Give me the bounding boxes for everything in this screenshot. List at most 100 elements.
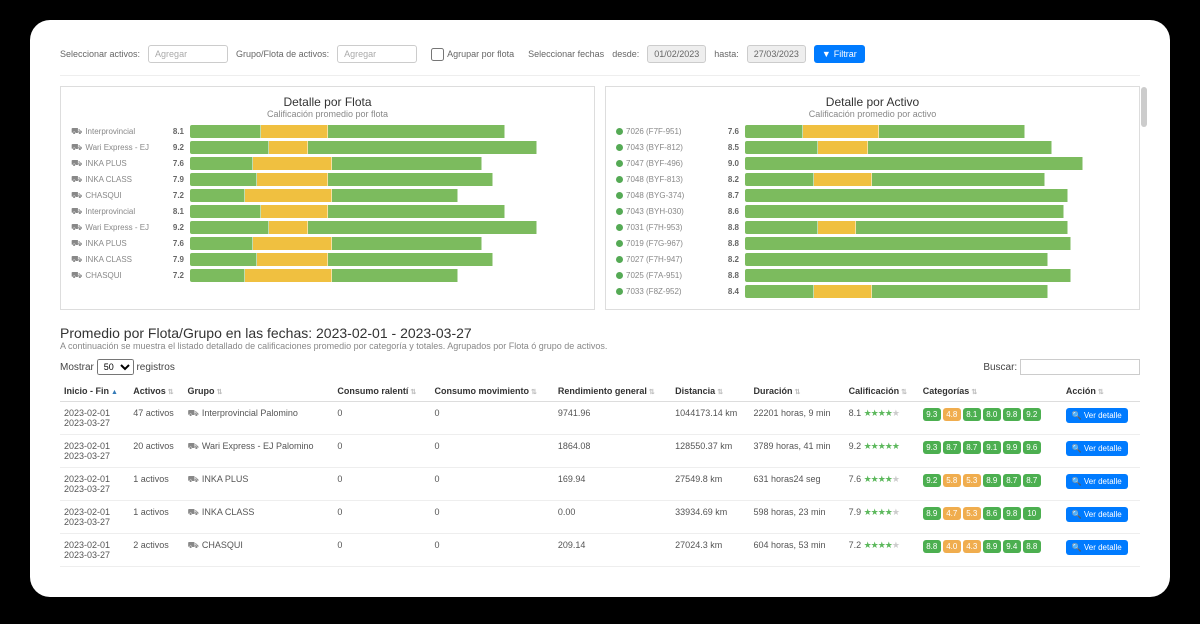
summary-subtitle: A continuación se muestra el listado det… (60, 341, 1140, 351)
bar-label: ⛟Wari Express - EJ (71, 142, 156, 154)
bar-segment (253, 237, 332, 250)
cell-ralenti: 0 (333, 534, 430, 567)
bar-value: 8.8 (717, 271, 739, 280)
bar-track (190, 269, 584, 282)
category-badge: 8.8 (1023, 540, 1041, 553)
bar-label-text: 7027 (F7H-947) (626, 255, 682, 264)
cell-fecha: 2023-02-012023-03-27 (60, 402, 129, 435)
bar-value: 8.1 (162, 127, 184, 136)
bar-track (745, 221, 1129, 234)
bar-track (745, 237, 1129, 250)
bar-label-text: 7048 (BYF-813) (626, 175, 683, 184)
bar-track (190, 125, 584, 138)
bar-segment (332, 189, 458, 202)
ver-detalle-button[interactable]: 🔍Ver detalle (1066, 507, 1128, 522)
bar-segment (328, 173, 493, 186)
label-desde: desde: (612, 49, 639, 59)
ver-detalle-button[interactable]: 🔍Ver detalle (1066, 408, 1128, 423)
cell-grupo: ⛟Wari Express - EJ Palomino (184, 435, 334, 468)
page-size-select[interactable]: 50 (97, 359, 134, 375)
input-desde[interactable]: 01/02/2023 (647, 45, 706, 63)
cell-cats: 9.34.88.18.09.89.2 (919, 402, 1062, 435)
table-header[interactable]: Consumo ralentí⇅ (333, 381, 430, 402)
bar-segment (856, 221, 1067, 234)
bar-row: 7031 (F7H-953)8.8 (616, 221, 1129, 234)
cell-grupo: ⛟Interprovincial Palomino (184, 402, 334, 435)
cell-mov: 0 (430, 468, 553, 501)
filtrar-label: Filtrar (834, 49, 857, 59)
table-row: 2023-02-012023-03-2747 activos⛟Interprov… (60, 402, 1140, 435)
star-rating: ★★★★★ (864, 408, 899, 418)
cell-dur: 22201 horas, 9 min (749, 402, 844, 435)
truck-icon: ⛟ (188, 474, 199, 484)
funnel-icon: ▼ (822, 49, 831, 59)
input-hasta[interactable]: 27/03/2023 (747, 45, 806, 63)
cell-activos: 47 activos (129, 402, 183, 435)
table-header[interactable]: Consumo movimiento⇅ (430, 381, 553, 402)
category-badge: 8.9 (983, 474, 1001, 487)
category-badge: 8.6 (983, 507, 1001, 520)
checkbox-agrupar-label: Agrupar por flota (447, 49, 514, 59)
status-dot-icon (616, 192, 623, 199)
bar-row: 7048 (BYG-374)8.7 (616, 189, 1129, 202)
bar-label-text: CHASQUI (85, 271, 121, 280)
bar-track (745, 269, 1129, 282)
bar-segment (745, 205, 1064, 218)
input-select-activos[interactable]: Agregar (148, 45, 228, 63)
bar-segment (745, 237, 1071, 250)
checkbox-agrupar[interactable]: Agrupar por flota (431, 48, 514, 61)
bar-label-text: Interprovincial (85, 207, 135, 216)
bar-value: 8.4 (717, 287, 739, 296)
bar-track (745, 189, 1129, 202)
bar-track (745, 173, 1129, 186)
table-row: 2023-02-012023-03-271 activos⛟INKA PLUS0… (60, 468, 1140, 501)
truck-icon: ⛟ (188, 507, 199, 517)
bar-segment (745, 157, 1083, 170)
sort-icon: ⇅ (531, 389, 537, 396)
category-badge: 9.8 (1003, 408, 1021, 421)
truck-icon: ⛟ (71, 238, 82, 250)
category-badge: 8.1 (963, 408, 981, 421)
bar-value: 8.8 (717, 239, 739, 248)
table-header[interactable]: Distancia⇅ (671, 381, 749, 402)
bar-segment (745, 125, 803, 138)
table-header[interactable]: Calificación⇅ (845, 381, 919, 402)
truck-icon: ⛟ (71, 270, 82, 282)
summary-table: Inicio - Fin▲Activos⇅Grupo⇅Consumo ralen… (60, 381, 1140, 567)
table-header[interactable]: Duración⇅ (749, 381, 844, 402)
checkbox-agrupar-box[interactable] (431, 48, 444, 61)
ver-detalle-button[interactable]: 🔍Ver detalle (1066, 540, 1128, 555)
cell-cats: 8.94.75.38.69.810 (919, 501, 1062, 534)
table-header[interactable]: Inicio - Fin▲ (60, 381, 129, 402)
bar-segment (245, 269, 332, 282)
category-badge: 8.7 (1023, 474, 1041, 487)
table-header[interactable]: Grupo⇅ (184, 381, 334, 402)
bar-segment (190, 125, 261, 138)
bar-segment (190, 141, 269, 154)
status-dot-icon (616, 288, 623, 295)
bar-label-text: CHASQUI (85, 191, 121, 200)
summary-title: Promedio por Flota/Grupo en las fechas: … (60, 325, 1140, 341)
bar-segment (190, 221, 269, 234)
table-header[interactable]: Rendimiento general⇅ (554, 381, 671, 402)
bar-label: 7048 (BYF-813) (616, 175, 711, 184)
buscar-label: Buscar: (983, 362, 1017, 373)
truck-icon: ⛟ (71, 158, 82, 170)
table-header[interactable]: Activos⇅ (129, 381, 183, 402)
search-input[interactable] (1020, 359, 1140, 375)
input-grupo[interactable]: Agregar (337, 45, 417, 63)
scrollbar-thumb[interactable] (1141, 87, 1147, 127)
filtrar-button[interactable]: ▼ Filtrar (814, 45, 865, 63)
category-badge: 4.7 (943, 507, 961, 520)
table-header[interactable]: Acción⇅ (1062, 381, 1140, 402)
bar-value: 7.2 (162, 191, 184, 200)
search-icon: 🔍 (1072, 510, 1082, 519)
bar-row: ⛟INKA CLASS7.9 (71, 253, 584, 266)
bar-label: ⛟CHASQUI (71, 270, 156, 282)
bar-label-text: 7033 (F8Z-952) (626, 287, 682, 296)
bar-value: 8.2 (717, 175, 739, 184)
ver-detalle-button[interactable]: 🔍Ver detalle (1066, 474, 1128, 489)
ver-detalle-button[interactable]: 🔍Ver detalle (1066, 441, 1128, 456)
bar-segment (814, 173, 872, 186)
table-header[interactable]: Categorías⇅ (919, 381, 1062, 402)
